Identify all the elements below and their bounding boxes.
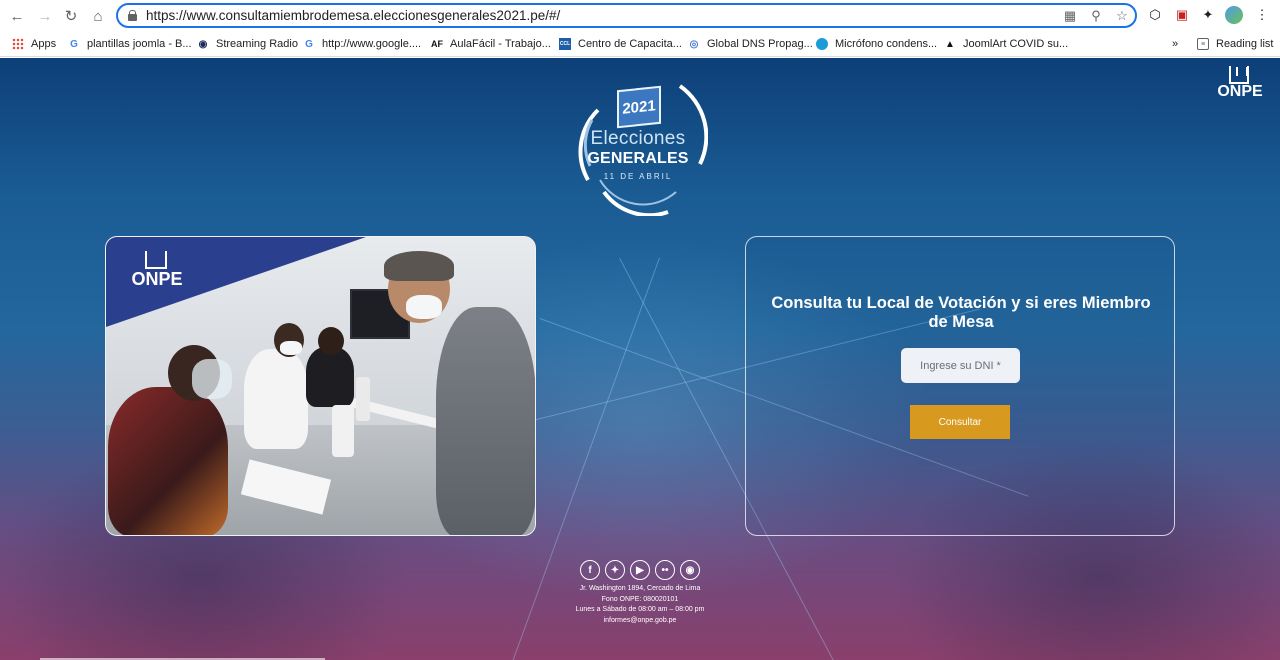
home-icon[interactable]: ⌂: [87, 5, 109, 27]
youtube-icon[interactable]: ▶: [630, 560, 650, 580]
ccl-icon: CCL: [559, 38, 571, 50]
logo-date: 11 DE ABRIL: [603, 172, 673, 181]
menu-kebab-icon[interactable]: ⋮: [1253, 6, 1271, 24]
google-g-icon: G: [305, 38, 313, 50]
logo-elecciones: Elecciones: [590, 128, 686, 149]
bookmark-label: Micrófono condens...: [835, 38, 938, 50]
address-bar[interactable]: https://www.consultamiembrodemesa.elecci…: [116, 3, 1137, 28]
bookmark-google[interactable]: G http://www.google....: [303, 35, 421, 53]
photo-person: [436, 307, 535, 535]
bookmarks-bar: Apps G plantillas joomla - B... ◉ Stream…: [0, 31, 1280, 57]
consulta-form-card: Consulta tu Local de Votación y si eres …: [745, 236, 1175, 536]
af-icon: AF: [431, 39, 443, 49]
flickr-icon[interactable]: ••: [655, 560, 675, 580]
facebook-icon[interactable]: f: [580, 560, 600, 580]
bookmark-streaming-radio[interactable]: ◉ Streaming Radio: [197, 35, 298, 53]
extensions-puzzle-icon[interactable]: ✦: [1199, 6, 1217, 24]
page-background: 2021 Elecciones GENERALES 11 DE ABRIL ON…: [0, 58, 1280, 660]
dot-icon: [816, 38, 828, 50]
reading-list-icon: ≡: [1197, 38, 1209, 50]
reading-list-button[interactable]: ≡ Reading list: [1197, 35, 1273, 53]
photo-face-shield: [192, 359, 232, 399]
reload-icon[interactable]: ↻: [60, 5, 82, 27]
lock-icon[interactable]: [128, 10, 137, 21]
photo-person: [244, 349, 308, 449]
photo-person-hair: [384, 251, 454, 281]
onpe-logo-text: ONPE: [1217, 83, 1263, 100]
elecciones-generales-logo: 2021 Elecciones GENERALES 11 DE ABRIL: [563, 80, 713, 216]
ballot-box-icon: [1229, 66, 1249, 84]
bookmark-label: Streaming Radio: [216, 38, 298, 50]
more-bookmarks-label: »: [1172, 38, 1179, 50]
bookmark-aulafacil[interactable]: AF AulaFácil - Trabajo...: [431, 35, 551, 53]
photo-bottle: [332, 405, 354, 457]
bookmark-label: Global DNS Propag...: [707, 38, 813, 50]
photo-onpe-text: ONPE: [131, 269, 183, 289]
qr-code-icon[interactable]: ▦: [1062, 8, 1078, 24]
voting-photo: ONPE: [105, 236, 536, 536]
apps-grid-icon: [12, 38, 24, 50]
onpe-logo[interactable]: ONPE: [1213, 66, 1267, 106]
logo-generales: GENERALES: [587, 150, 689, 167]
radio-icon: ◉: [198, 38, 208, 50]
extension-save-icon[interactable]: ▣: [1173, 6, 1191, 24]
photo-person: [306, 347, 354, 407]
forward-icon[interactable]: →: [34, 5, 56, 27]
bookmark-label: JoomlArt COVID su...: [963, 38, 1069, 50]
bookmark-star-icon[interactable]: ☆: [1114, 8, 1130, 24]
photo-person-head: [318, 327, 344, 355]
bookmark-label: plantillas joomla - B...: [87, 38, 192, 50]
ballot-box-icon: [145, 251, 167, 269]
footer-email[interactable]: informes@onpe.gob.pe: [500, 616, 780, 626]
dni-input[interactable]: [901, 348, 1020, 383]
profile-avatar-icon[interactable]: [1225, 6, 1243, 24]
photo-bottle: [356, 377, 370, 421]
url-text[interactable]: https://www.consultamiembrodemesa.elecci…: [146, 8, 560, 23]
joomlart-icon: ▲: [945, 38, 955, 50]
bookmark-apps[interactable]: Apps: [12, 35, 56, 53]
zoom-icon[interactable]: ⚲: [1088, 8, 1104, 24]
more-bookmarks-button[interactable]: »: [1172, 35, 1178, 53]
bookmark-label: Centro de Capacita...: [578, 38, 682, 50]
google-g-icon: G: [70, 38, 78, 50]
consultar-button[interactable]: Consultar: [910, 405, 1010, 439]
twitter-icon[interactable]: ✦: [605, 560, 625, 580]
bookmark-label: http://www.google....: [322, 38, 422, 50]
logo-year: 2021: [617, 85, 661, 129]
bookmark-label: AulaFácil - Trabajo...: [450, 38, 551, 50]
photo-onpe-watermark: ONPE: [126, 251, 188, 291]
photo-person: [108, 387, 228, 535]
back-icon[interactable]: ←: [6, 5, 28, 27]
footer-address: Jr. Washington 1894, Cercado de Lima: [579, 585, 701, 592]
bookmark-joomlart[interactable]: ▲ JoomlArt COVID su...: [944, 35, 1068, 53]
reading-list-label: Reading list: [1216, 38, 1274, 50]
bookmark-plantillas-joomla[interactable]: G plantillas joomla - B...: [68, 35, 192, 53]
photo-mask: [280, 341, 302, 355]
photo-mask: [406, 295, 442, 319]
footer-hours: Lunes a Sábado de 08:00 am – 08:00 pm: [575, 606, 705, 613]
bookmark-microfono[interactable]: Micrófono condens...: [816, 35, 937, 53]
browser-toolbar: ← → ↻ ⌂ https://www.consultamiembrodemes…: [0, 0, 1280, 31]
footer-phone: Fono ONPE: 080020101: [601, 596, 679, 603]
social-links: f ✦ ▶ •• ◉: [580, 560, 700, 580]
instagram-icon[interactable]: ◉: [680, 560, 700, 580]
bookmark-global-dns[interactable]: ◎ Global DNS Propag...: [688, 35, 813, 53]
dns-icon: ◎: [689, 38, 699, 50]
bookmark-centro-capacitacion[interactable]: CCL Centro de Capacita...: [559, 35, 682, 53]
extension-cube-icon[interactable]: ⬡: [1146, 6, 1164, 24]
bookmark-label: Apps: [31, 38, 57, 50]
form-title: Consulta tu Local de Votación y si eres …: [771, 294, 1151, 331]
